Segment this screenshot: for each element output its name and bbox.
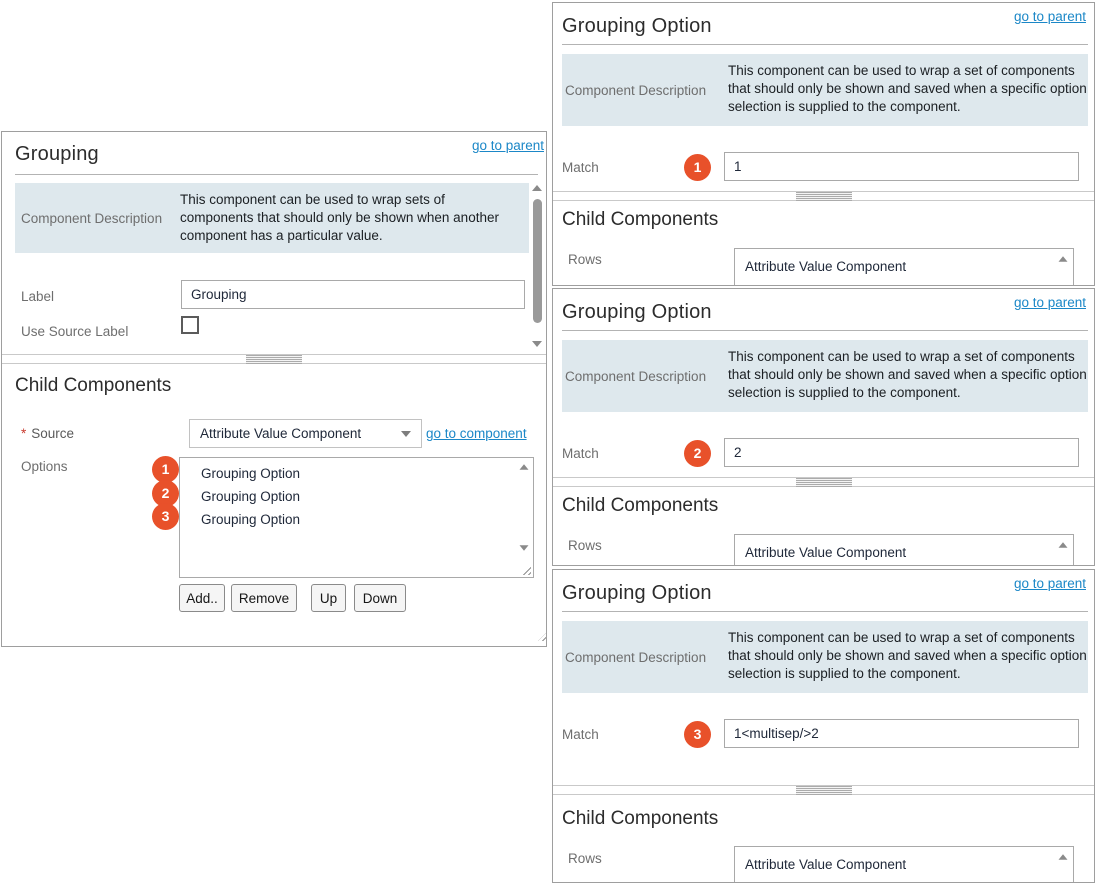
go-to-parent-link[interactable]: go to parent [472,138,544,153]
title-divider [15,174,538,175]
match-input[interactable] [724,438,1079,467]
component-description-row: Component Description This component can… [15,183,529,253]
add-button[interactable]: Add.. [179,584,225,612]
rows-listbox[interactable]: Attribute Value Component [734,248,1074,286]
go-to-parent-link[interactable]: go to parent [1014,576,1086,591]
child-components-heading: Child Components [15,375,171,397]
go-to-parent-link[interactable]: go to parent [1014,9,1086,24]
title-divider [562,611,1088,612]
rows-listbox[interactable]: Attribute Value Component [734,534,1074,566]
match-field-label: Match [562,160,599,175]
child-components-heading: Child Components [562,495,718,517]
list-item[interactable]: Grouping Option [180,508,533,531]
match-input[interactable] [724,719,1079,748]
rows-field-label: Rows [568,252,602,267]
list-item[interactable]: Grouping Option [180,458,533,485]
option-badge-3: 3 [152,503,179,530]
options-button-row: Add.. Remove Up Down [179,584,406,612]
page-title: Grouping Option [562,582,712,605]
use-source-label-checkbox[interactable] [181,316,199,334]
label-input[interactable] [181,280,525,309]
component-description-text: This component can be used to wrap a set… [728,54,1088,126]
component-description-row: Component Description This component can… [562,340,1088,412]
scroll-down-icon[interactable] [532,341,542,347]
match-badge-2: 2 [684,440,711,467]
horizontal-splitter[interactable] [553,191,1094,201]
scroll-down-icon[interactable] [520,545,529,550]
child-components-heading: Child Components [562,808,718,830]
match-input[interactable] [724,152,1079,181]
component-description-label: Component Description [562,83,728,98]
scroll-up-icon[interactable] [520,464,529,469]
scroll-up-icon[interactable] [1059,854,1068,859]
title-divider [562,330,1088,331]
splitter-grip-icon [796,786,852,795]
rows-field-label: Rows [568,538,602,553]
up-button[interactable]: Up [311,584,346,612]
grouping-editor-window: go to parent Grouping Component Descript… [1,131,547,647]
required-asterisk: * [21,426,26,441]
list-item[interactable]: Attribute Value Component [735,847,1073,872]
vertical-scrollbar[interactable] [530,181,545,351]
list-item[interactable]: Attribute Value Component [735,249,1073,274]
source-dropdown-value: Attribute Value Component [200,426,361,441]
label-field-label: Label [21,289,54,304]
chevron-down-icon [401,431,411,437]
go-to-component-link[interactable]: go to component [426,426,527,441]
option-badge-1: 1 [152,456,179,483]
window-resize-grip-icon[interactable] [538,630,547,641]
component-description-row: Component Description This component can… [562,621,1088,693]
page-title: Grouping Option [562,301,712,324]
component-description-label: Component Description [15,211,180,226]
page-title: Grouping [15,143,99,166]
grouping-option-window-1: go to parent Grouping Option Component D… [552,2,1095,286]
splitter-grip-icon [796,478,852,487]
list-item[interactable]: Attribute Value Component [735,535,1073,560]
source-dropdown[interactable]: Attribute Value Component [189,419,422,448]
horizontal-splitter[interactable] [553,785,1094,795]
grouping-option-window-2: go to parent Grouping Option Component D… [552,288,1095,566]
splitter-grip-icon [796,192,852,201]
remove-button[interactable]: Remove [231,584,297,612]
list-item[interactable]: Grouping Option [180,485,533,508]
child-components-heading: Child Components [562,209,718,231]
rows-listbox[interactable]: Attribute Value Component [734,846,1074,883]
horizontal-splitter[interactable] [553,477,1094,487]
title-divider [562,44,1088,45]
options-listbox[interactable]: Grouping Option Grouping Option Grouping… [179,457,534,578]
component-description-label: Component Description [562,650,728,665]
horizontal-splitter[interactable] [2,354,546,364]
match-field-label: Match [562,727,599,742]
scroll-up-icon[interactable] [1059,256,1068,261]
component-description-text: This component can be used to wrap a set… [728,621,1088,693]
splitter-grip-icon [246,355,302,364]
match-badge-1: 1 [684,154,711,181]
component-description-label: Component Description [562,369,728,384]
down-button[interactable]: Down [354,584,406,612]
match-field-label: Match [562,446,599,461]
page-title: Grouping Option [562,15,712,38]
component-description-text: This component can be used to wrap a set… [728,340,1088,412]
use-source-label-label: Use Source Label [21,324,128,339]
go-to-parent-link[interactable]: go to parent [1014,295,1086,310]
component-description-text: This component can be used to wrap sets … [180,183,520,253]
source-field-label: *Source [21,426,74,441]
match-badge-3: 3 [684,721,711,748]
scroll-up-icon[interactable] [1059,542,1068,547]
scroll-up-icon[interactable] [532,185,542,191]
rows-field-label: Rows [568,851,602,866]
grouping-option-window-3: go to parent Grouping Option Component D… [552,569,1095,883]
component-description-row: Component Description This component can… [562,54,1088,126]
options-field-label: Options [21,459,68,474]
scrollbar-thumb[interactable] [533,199,542,323]
resize-grip-icon[interactable] [522,566,531,575]
